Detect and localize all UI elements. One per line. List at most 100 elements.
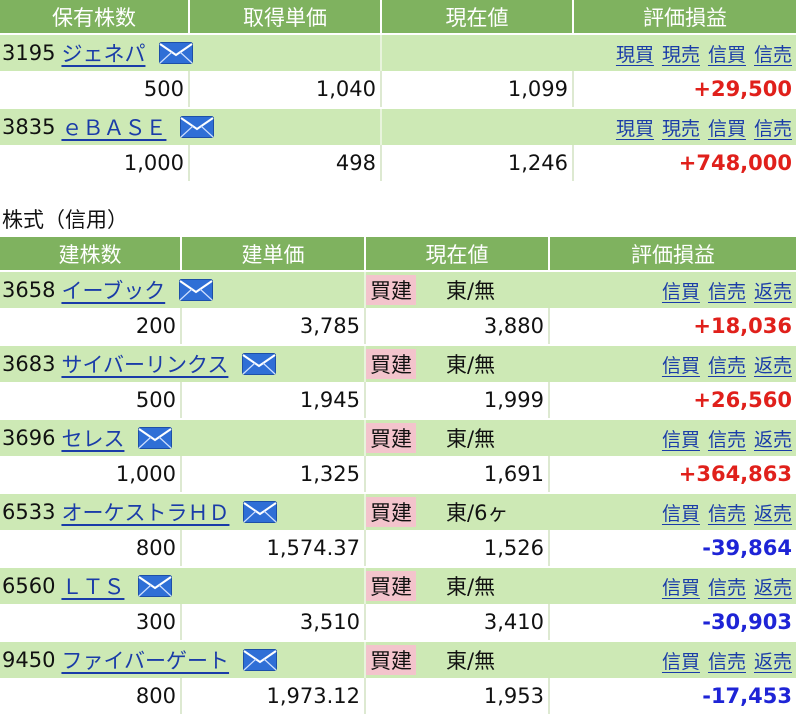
action-link[interactable]: 返売 — [754, 499, 792, 526]
position-type-badge: 買建 — [366, 497, 416, 527]
action-link[interactable]: 返売 — [754, 425, 792, 452]
action-link[interactable]: 信買 — [662, 425, 700, 452]
action-link[interactable]: 信売 — [708, 499, 746, 526]
action-link[interactable]: 現売 — [662, 114, 700, 141]
action-link[interactable]: 現買 — [616, 114, 654, 141]
position-type-cell: 買建 東/無 — [366, 420, 550, 456]
value-qty: 200 — [0, 308, 182, 344]
margin-table-header: 建株数 建単価 現在値 評価損益 — [0, 237, 796, 270]
action-link[interactable]: 信売 — [708, 277, 746, 304]
value-cost: 1,574.37 — [182, 530, 366, 566]
action-link[interactable]: 信買 — [708, 40, 746, 67]
action-link[interactable]: 信売 — [754, 114, 792, 141]
mail-icon[interactable] — [243, 501, 278, 523]
action-link[interactable]: 信売 — [708, 425, 746, 452]
value-qty: 800 — [0, 678, 182, 714]
actions-cell: 信買 信売 返売 — [550, 346, 796, 382]
position-type-badge: 買建 — [366, 275, 416, 305]
position-type-cell: 買建 東/無 — [366, 568, 550, 604]
header-cost: 取得単価 — [190, 0, 382, 33]
value-pl: +364,863 — [678, 462, 792, 486]
action-link[interactable]: 信買 — [662, 499, 700, 526]
market-term: 東/無 — [446, 575, 496, 599]
action-link[interactable]: 信売 — [708, 573, 746, 600]
value-price: 1,099 — [382, 71, 574, 107]
value-cost: 1,040 — [190, 71, 382, 107]
value-cost: 1,325 — [182, 456, 366, 492]
value-cost: 1,945 — [182, 382, 366, 418]
mail-icon[interactable] — [159, 42, 194, 64]
margin-holdings-table: 建株数 建単価 現在値 評価損益 3658 イーブック 買建 東/無 信買 信売 返売 200… — [0, 237, 796, 714]
margin-section-title: 株式（信用） — [2, 208, 128, 232]
mail-icon[interactable] — [138, 575, 173, 597]
stock-name-link[interactable]: ＬＴＳ — [61, 571, 124, 601]
action-link[interactable]: 返売 — [754, 573, 792, 600]
action-link[interactable]: 信売 — [708, 351, 746, 378]
value-price: 3,410 — [366, 604, 550, 640]
stock-name-link[interactable]: オーケストラＨＤ — [61, 497, 229, 527]
stock-name-link[interactable]: セレス — [61, 423, 124, 453]
action-link[interactable]: 信買 — [662, 573, 700, 600]
stock-code: 6560 — [2, 574, 56, 598]
stock-code: 3658 — [2, 278, 56, 302]
value-price: 1,526 — [366, 530, 550, 566]
value-price: 1,953 — [366, 678, 550, 714]
spot-row-3195: 3195 ジェネパ 現買 現売 信買 信売 — [0, 33, 796, 71]
action-link[interactable]: 現買 — [616, 40, 654, 67]
action-link[interactable]: 信買 — [662, 351, 700, 378]
stock-name-link[interactable]: イーブック — [61, 275, 165, 305]
actions-cell: 信買 信売 返売 — [550, 494, 796, 530]
value-cost: 498 — [190, 145, 382, 181]
actions-cell: 現買 現売 信買 信売 — [382, 35, 796, 71]
margin-row-9450: 9450 ファイバーゲート 買建 東/無 信買 信売 返売 — [0, 640, 796, 678]
margin-row-6560: 6560 ＬＴＳ 買建 東/無 信買 信売 返売 — [0, 566, 796, 604]
value-price: 1,999 — [366, 382, 550, 418]
position-type-cell: 買建 東/無 — [366, 346, 550, 382]
actions-cell: 信買 信売 返売 — [550, 568, 796, 604]
spot-row-3835: 3835 ｅＢＡＳＥ 現買 現売 信買 信売 — [0, 107, 796, 145]
action-link[interactable]: 返売 — [754, 647, 792, 674]
mail-icon[interactable] — [242, 353, 277, 375]
action-link[interactable]: 信売 — [708, 647, 746, 674]
value-qty: 800 — [0, 530, 182, 566]
stock-cell: 6560 ＬＴＳ — [0, 568, 366, 604]
market-term: 東/無 — [446, 279, 496, 303]
header-price: 現在値 — [382, 0, 574, 33]
mail-icon[interactable] — [179, 279, 214, 301]
value-qty: 500 — [0, 382, 182, 418]
action-link[interactable]: 返売 — [754, 351, 792, 378]
action-link[interactable]: 信買 — [662, 647, 700, 674]
action-link[interactable]: 信買 — [708, 114, 746, 141]
stock-code: 3195 — [2, 41, 56, 65]
action-link[interactable]: 信売 — [754, 40, 792, 67]
value-pl: +748,000 — [678, 151, 792, 175]
header-price: 現在値 — [366, 237, 550, 270]
stock-name-link[interactable]: サイバーリンクス — [61, 349, 228, 379]
value-pl: +18,036 — [693, 314, 792, 338]
stock-name-link[interactable]: ｅＢＡＳＥ — [61, 112, 166, 142]
mail-icon[interactable] — [180, 116, 215, 138]
action-link[interactable]: 返売 — [754, 277, 792, 304]
header-position-qty: 建株数 — [0, 237, 182, 270]
stock-name-link[interactable]: ジェネパ — [61, 38, 145, 68]
value-cost: 3,510 — [182, 604, 366, 640]
margin-values-row: 300 3,510 3,410 -30,903 — [0, 604, 796, 640]
actions-cell: 信買 信売 返売 — [550, 272, 796, 308]
stock-code: 6533 — [2, 500, 56, 524]
mail-icon[interactable] — [138, 427, 173, 449]
margin-row-3683: 3683 サイバーリンクス 買建 東/無 信買 信売 返売 — [0, 344, 796, 382]
stock-cell: 3835 ｅＢＡＳＥ — [0, 109, 382, 145]
value-qty: 1,000 — [0, 145, 190, 181]
position-type-badge: 買建 — [366, 571, 416, 601]
stock-code: 3696 — [2, 426, 56, 450]
value-pl: +29,500 — [693, 77, 792, 101]
action-link[interactable]: 信買 — [662, 277, 700, 304]
market-term: 東/無 — [446, 427, 496, 451]
value-price: 3,880 — [366, 308, 550, 344]
actions-cell: 信買 信売 返売 — [550, 420, 796, 456]
action-link[interactable]: 現売 — [662, 40, 700, 67]
value-qty: 300 — [0, 604, 182, 640]
stock-name-link[interactable]: ファイバーゲート — [61, 645, 229, 675]
mail-icon[interactable] — [243, 649, 278, 671]
stock-code: 3683 — [2, 352, 56, 376]
